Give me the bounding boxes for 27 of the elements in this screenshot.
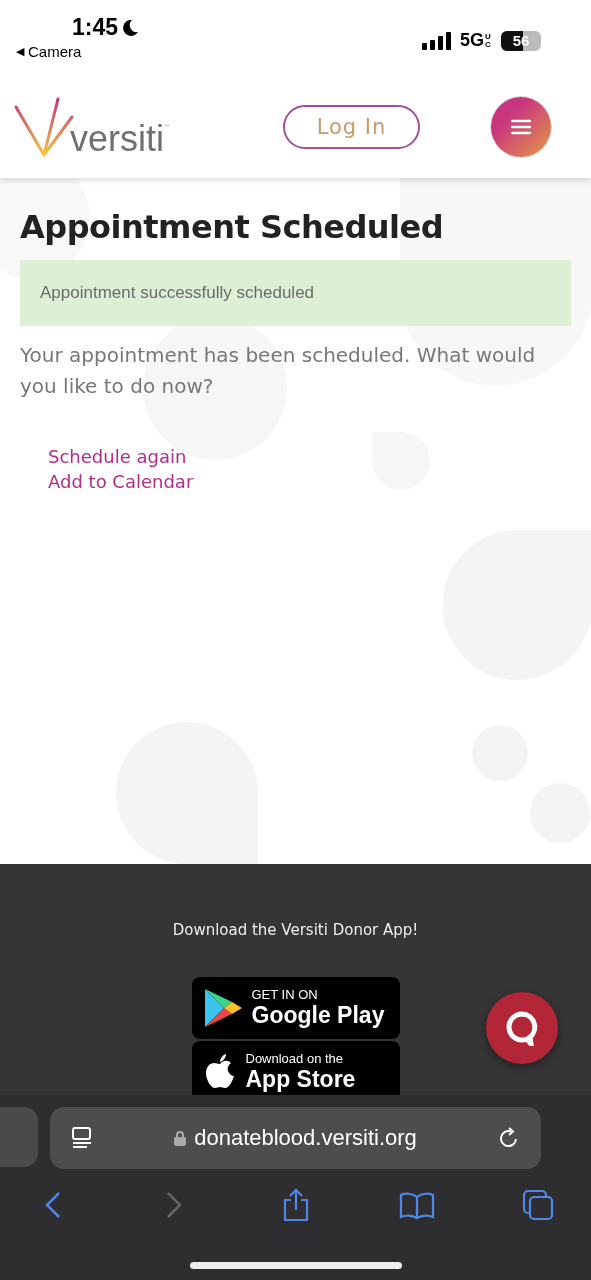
logo-text: versiti: [70, 120, 164, 157]
network-label: 5G: [460, 30, 484, 51]
back-icon: [45, 1191, 61, 1219]
lock-icon: [174, 1130, 187, 1146]
share-icon: [281, 1188, 310, 1222]
book-icon: [398, 1191, 435, 1219]
action-link[interactable]: Add to Calendar: [48, 471, 194, 492]
address-bar[interactable]: donateblood.versiti.org: [50, 1107, 541, 1169]
success-alert: Appointment successfully scheduled: [20, 260, 571, 326]
store-badge-button[interactable]: GET IN ON Google Play: [191, 977, 400, 1039]
menu-icon: [511, 118, 531, 135]
footer-heading: Download the Versiti Donor App!: [172, 921, 419, 939]
signal-icon: [422, 31, 452, 50]
store-badge-button[interactable]: Download on the App Store: [191, 1041, 400, 1095]
moon-icon: [120, 17, 141, 38]
url-text: donateblood.versiti.org: [194, 1125, 417, 1151]
back-to-app-link[interactable]: ◀ Camera: [16, 43, 141, 60]
forward-icon: [166, 1191, 183, 1219]
confirmation-message: Your appointment has been scheduled. What would you like to do now?: [20, 342, 537, 400]
reader-icon: [70, 1126, 94, 1150]
action-link[interactable]: Schedule again: [48, 446, 187, 467]
chat-bubble-icon: [505, 1010, 539, 1046]
network-sub-label: UC: [485, 32, 492, 49]
tabs-icon: [522, 1189, 554, 1221]
page-title: Appointment Scheduled: [20, 208, 445, 246]
clock-time: 1:45: [72, 14, 119, 41]
menu-button[interactable]: [491, 96, 551, 157]
